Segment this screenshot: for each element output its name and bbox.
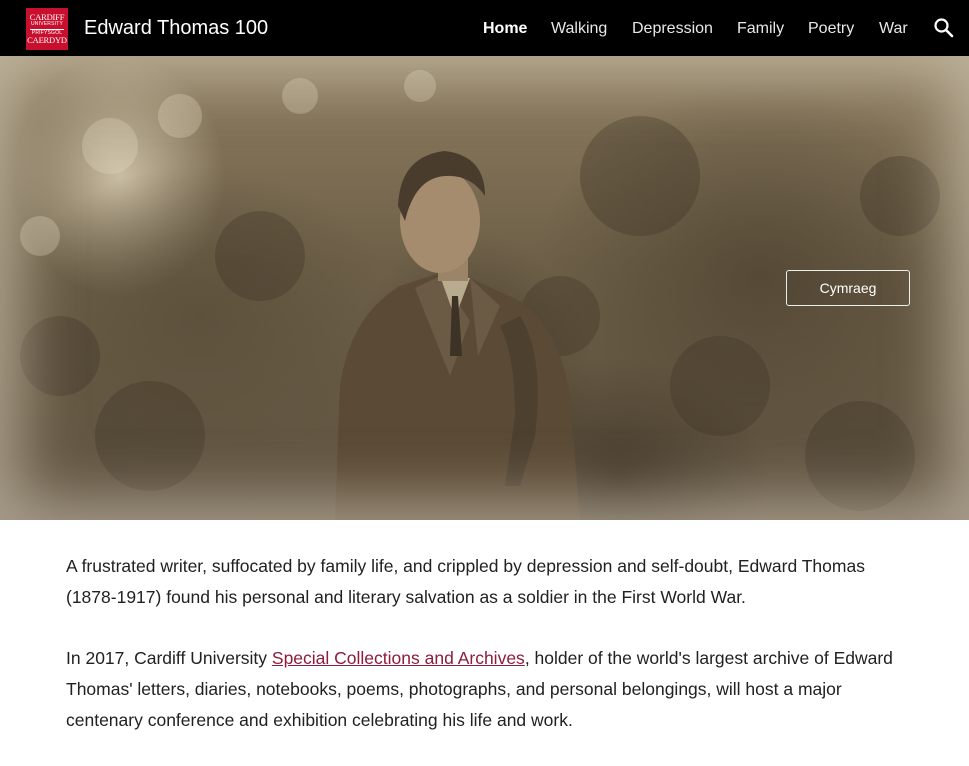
nav-item-war[interactable]: War bbox=[879, 18, 908, 40]
nav-item-poetry[interactable]: Poetry bbox=[808, 18, 854, 40]
search-icon bbox=[934, 18, 954, 38]
language-toggle-button[interactable]: Cymraeg bbox=[786, 270, 910, 306]
nav-item-family[interactable]: Family bbox=[737, 18, 784, 40]
top-navigation-bar: CARDIFF UNIVERSITY PRIFYSGOL CAERDYD Edw… bbox=[0, 0, 969, 56]
nav-item-home[interactable]: Home bbox=[483, 18, 527, 40]
special-collections-link[interactable]: Special Collections and Archives bbox=[272, 648, 525, 668]
intro-paragraph-2: In 2017, Cardiff University Special Coll… bbox=[66, 643, 906, 736]
nav-item-walking[interactable]: Walking bbox=[551, 18, 607, 40]
logo-line-4: CAERDYD bbox=[27, 34, 67, 45]
logo-line-2: UNIVERSITY bbox=[30, 21, 63, 28]
paragraph-2-text-before: In 2017, Cardiff University bbox=[66, 648, 272, 668]
intro-content: A frustrated writer, suffocated by famil… bbox=[66, 551, 906, 766]
nav-item-depression[interactable]: Depression bbox=[632, 18, 713, 40]
search-button[interactable] bbox=[932, 16, 956, 40]
site-title[interactable]: Edward Thomas 100 bbox=[84, 16, 268, 40]
intro-paragraph-1: A frustrated writer, suffocated by famil… bbox=[66, 556, 865, 607]
hero-banner: Cymraeg bbox=[0, 56, 969, 520]
cardiff-university-logo[interactable]: CARDIFF UNIVERSITY PRIFYSGOL CAERDYD bbox=[26, 8, 68, 50]
